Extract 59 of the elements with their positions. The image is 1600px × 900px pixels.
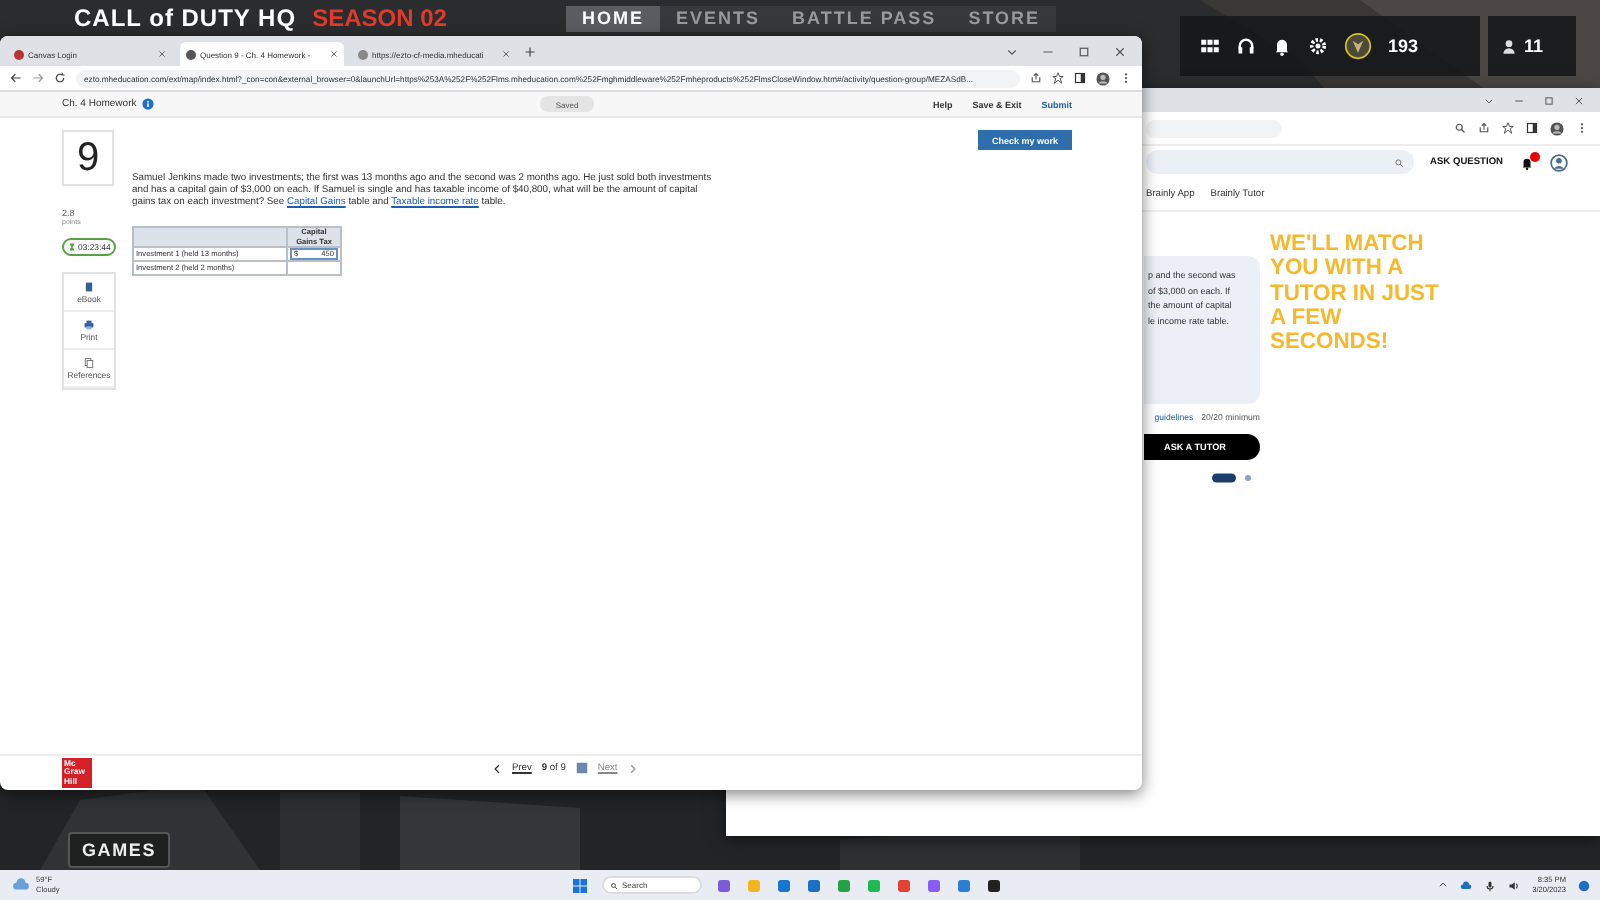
bell-icon[interactable]: [1272, 36, 1292, 56]
share-icon[interactable]: [1030, 72, 1042, 84]
avatar-icon[interactable]: [1550, 121, 1564, 135]
headset-icon[interactable]: [1236, 36, 1256, 56]
profile-icon[interactable]: [1549, 153, 1568, 171]
chevron-icon[interactable]: [1006, 45, 1018, 57]
settings-icon[interactable]: [1308, 36, 1328, 56]
chevron-left-icon[interactable]: [492, 763, 502, 773]
friends-count: 11: [1524, 36, 1544, 56]
nav-tab[interactable]: EVENTS: [660, 6, 777, 32]
chevron-right-icon[interactable]: [627, 763, 638, 773]
info-icon[interactable]: [142, 98, 155, 110]
microphone-icon[interactable]: [1484, 879, 1497, 891]
reload-icon[interactable]: [54, 72, 66, 84]
search-icon: [610, 881, 618, 889]
side-panel-icon[interactable]: [1526, 122, 1538, 134]
maximize-icon[interactable]: [1078, 45, 1090, 57]
close-icon[interactable]: [1574, 95, 1584, 105]
close-icon[interactable]: [1114, 45, 1126, 57]
games-button[interactable]: GAMES: [68, 832, 171, 868]
star-icon[interactable]: [1502, 122, 1514, 134]
chevron-up-icon[interactable]: [1438, 880, 1449, 890]
back-icon[interactable]: [10, 72, 22, 84]
search-icon[interactable]: [1394, 157, 1404, 167]
printer-icon: [84, 319, 94, 329]
menu-icon[interactable]: [1576, 122, 1588, 134]
menu-icon[interactable]: [1120, 72, 1132, 84]
cloud-icon[interactable]: [1460, 879, 1473, 891]
friends-icon[interactable]: [1500, 37, 1518, 55]
season-title: SEASON 02: [312, 4, 447, 32]
maximize-icon[interactable]: [1544, 95, 1554, 105]
chevron-icon[interactable]: [1484, 95, 1494, 105]
search-field[interactable]: [1146, 150, 1414, 174]
nav-tab[interactable]: HOME: [566, 6, 660, 32]
close-icon[interactable]: [502, 50, 510, 58]
book-icon: [84, 281, 94, 291]
search-icon[interactable]: [1454, 122, 1466, 134]
copy-icon: [84, 357, 94, 367]
game-logo: CALL of DUTY HQ: [74, 4, 297, 32]
notification-badge: [1529, 151, 1540, 161]
windows-icon[interactable]: [572, 877, 588, 893]
rank-icon[interactable]: [1344, 32, 1372, 60]
side-panel-icon[interactable]: [1074, 72, 1086, 84]
hourglass-icon: [68, 242, 76, 252]
bell-icon[interactable]: [1519, 155, 1534, 169]
close-icon[interactable]: [158, 50, 166, 58]
avatar-icon[interactable]: [1096, 71, 1110, 85]
nav-tab[interactable]: STORE: [952, 6, 1057, 32]
promo-headline: WE'LL MATCH YOU WITH A TUTOR IN JUST A FEW SECONDS!: [1270, 232, 1439, 359]
nav-tab[interactable]: BATTLE PASS: [776, 6, 953, 32]
share-icon[interactable]: [1478, 122, 1490, 134]
points-count: 193: [1388, 36, 1419, 56]
question-number: 9: [62, 130, 114, 186]
info-icon: [1244, 474, 1252, 482]
toggle-icon[interactable]: [1210, 472, 1238, 484]
volume-icon[interactable]: [1508, 879, 1521, 891]
plus-icon[interactable]: [524, 45, 536, 57]
star-icon[interactable]: [1052, 72, 1064, 84]
close-icon[interactable]: [330, 50, 338, 58]
